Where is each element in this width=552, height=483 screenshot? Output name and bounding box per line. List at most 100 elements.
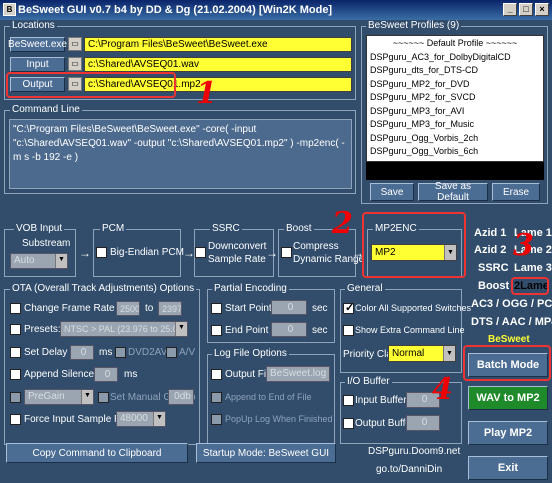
profiles-list[interactable]: ~~~~~~ Default Profile ~~~~~~ DSPguru_AC…	[366, 35, 544, 162]
folder-icon[interactable]: ▭	[68, 37, 82, 51]
pregain-select[interactable]: PreGain ▼	[24, 389, 94, 405]
preset-azid1[interactable]: Azid 1	[474, 227, 506, 239]
annotation-number-3: 3	[513, 228, 534, 263]
pregain-checkbox[interactable]	[10, 392, 21, 403]
list-item[interactable]: DSPguru_dts_for_DTS-CD	[370, 64, 540, 78]
ms-label: ms	[124, 369, 138, 380]
rate-from-field[interactable]: 25000	[116, 301, 140, 316]
arrow-icon: →	[266, 246, 278, 260]
input-buffer-label: Input Buffer	[355, 395, 407, 406]
list-item[interactable]: DSPguru_Ogg_Vorbis_6ch	[370, 145, 540, 159]
dvd2avi-checkbox[interactable]	[115, 347, 126, 358]
presets-value: NTSC > PAL (23.976 to 25.000)	[64, 324, 188, 334]
partial-label: Partial Encoding	[212, 283, 289, 294]
av-checkbox[interactable]	[166, 347, 177, 358]
chevron-down-icon: ▼	[443, 346, 455, 361]
priority-select[interactable]: Normal ▼	[388, 345, 456, 362]
substream-value: Auto	[14, 255, 35, 266]
end-point-field[interactable]: 0	[271, 322, 307, 337]
compress-checkbox[interactable]	[281, 247, 292, 258]
list-item[interactable]: DSPguru_MP2_for_SVCD	[370, 91, 540, 105]
av-label: A/V	[179, 347, 196, 358]
bigendian-checkbox[interactable]	[96, 247, 107, 258]
startup-mode-button[interactable]: Startup Mode: BeSweet GUI	[196, 443, 336, 463]
force-rate-select[interactable]: 48000 ▼	[116, 411, 166, 427]
erase-button[interactable]: Erase	[492, 183, 540, 201]
annotation-box-4	[463, 345, 551, 381]
preset-azid2[interactable]: Azid 2	[474, 244, 506, 256]
preset-lame3[interactable]: Lame 3	[514, 262, 552, 274]
presets-select[interactable]: NTSC > PAL (23.976 to 25.000) ▼	[60, 321, 188, 337]
append-log-label: Append to End of File	[225, 392, 312, 402]
force-rate-checkbox[interactable]	[10, 414, 21, 425]
ssrc-group	[194, 229, 274, 277]
list-item[interactable]: DSPguru_MP3_for_AVI	[370, 105, 540, 119]
chevron-down-icon: ▼	[153, 412, 165, 426]
annotation-box-2	[362, 212, 466, 278]
annotation-number-1: 1	[196, 76, 217, 111]
save-default-button[interactable]: Save as Default	[418, 181, 488, 203]
downconvert-checkbox[interactable]	[195, 247, 206, 258]
delay-checkbox[interactable]	[10, 347, 21, 358]
input-path-field[interactable]: c:\Shared\AVSEQ01.wav	[84, 57, 352, 72]
input-buffer-checkbox[interactable]	[343, 395, 354, 406]
output-log-checkbox[interactable]	[211, 369, 222, 380]
silence-label: Append Silence of	[24, 369, 106, 380]
play-mp2-button[interactable]: Play MP2	[468, 421, 548, 445]
list-item[interactable]: DSPguru_MP3_for_Music	[370, 118, 540, 132]
list-item[interactable]: ~~~~~~ Default Profile ~~~~~~	[370, 37, 540, 51]
copy-command-button[interactable]: Copy Command to Clipboard	[6, 443, 188, 463]
delay-field[interactable]: 0	[70, 345, 94, 360]
besweet-path-field[interactable]: C:\Program Files\BeSweet\BeSweet.exe	[84, 37, 352, 52]
sec-label: sec	[312, 303, 328, 314]
change-rate-checkbox[interactable]	[10, 303, 21, 314]
close-button[interactable]: ×	[535, 3, 549, 16]
maximize-button[interactable]: □	[519, 3, 533, 16]
preset-boost[interactable]: Boost	[478, 280, 509, 292]
besweet-exe-button[interactable]: BeSweet.exe	[8, 37, 67, 52]
end-point-checkbox[interactable]	[211, 325, 222, 336]
folder-icon[interactable]: ▭	[68, 57, 82, 71]
pregain-value: PreGain	[28, 391, 65, 402]
popup-log-checkbox[interactable]	[211, 414, 222, 425]
goto-link[interactable]: go.to/DanniDin	[376, 464, 442, 475]
command-line-text[interactable]: "C:\Program Files\BeSweet\BeSweet.exe" -…	[9, 119, 352, 189]
list-item[interactable]: DSPguru_Ogg_Vorbis_2ch	[370, 132, 540, 146]
profile-name-field[interactable]	[366, 162, 544, 180]
minimize-button[interactable]: _	[503, 3, 517, 16]
extra-command-checkbox[interactable]	[343, 325, 354, 336]
substream-select[interactable]: Auto ▼	[10, 253, 68, 269]
wav-to-mp2-button[interactable]: WAV to MP2	[468, 386, 548, 410]
start-point-field[interactable]: 0	[271, 300, 307, 315]
gain-field[interactable]: 0db	[168, 389, 194, 405]
presets-checkbox[interactable]	[10, 324, 21, 335]
dspguru-link[interactable]: DSPguru.Doom9.net	[368, 446, 460, 457]
color-switches-checkbox[interactable]	[343, 301, 354, 314]
logfile-label: Log File Options	[212, 348, 289, 359]
log-filename-field[interactable]: BeSweet.log	[266, 366, 330, 382]
annotation-number-2: 2	[332, 206, 353, 241]
append-log-checkbox[interactable]	[211, 392, 222, 403]
sec-label: sec	[312, 325, 328, 336]
output-buffer-checkbox[interactable]	[343, 418, 354, 429]
manual-gain-checkbox[interactable]	[98, 392, 109, 403]
preset-ssrc[interactable]: SSRC	[478, 262, 509, 274]
title-bar: B BeSweet GUI v0.7 b4 by DD & Dg (21.02.…	[0, 0, 552, 20]
input-button[interactable]: Input	[10, 57, 65, 72]
rate-to-field[interactable]: 23976	[158, 301, 182, 316]
chevron-down-icon: ▼	[55, 254, 67, 268]
exit-button[interactable]: Exit	[468, 456, 548, 480]
list-item[interactable]: DSPguru_AC3_for_DolbyDigitalCD	[370, 51, 540, 65]
silence-field[interactable]: 0	[94, 367, 118, 382]
output-buffer-field[interactable]: 0	[406, 415, 440, 431]
preset-ac3-ogg-pcm[interactable]: AC3 / OGG / PCM	[471, 298, 552, 310]
io-buffer-label: I/O Buffer	[345, 376, 392, 387]
start-point-checkbox[interactable]	[211, 303, 222, 314]
to-label: to	[145, 303, 154, 314]
preset-besweet[interactable]: BeSweet	[488, 334, 530, 345]
silence-checkbox[interactable]	[10, 369, 21, 380]
save-button[interactable]: Save	[370, 183, 414, 201]
annotation-box-3	[511, 277, 549, 295]
list-item[interactable]: DSPguru_MP2_for_DVD	[370, 78, 540, 92]
preset-dts-aac-mp4[interactable]: DTS / AAC / MP4	[471, 316, 552, 328]
